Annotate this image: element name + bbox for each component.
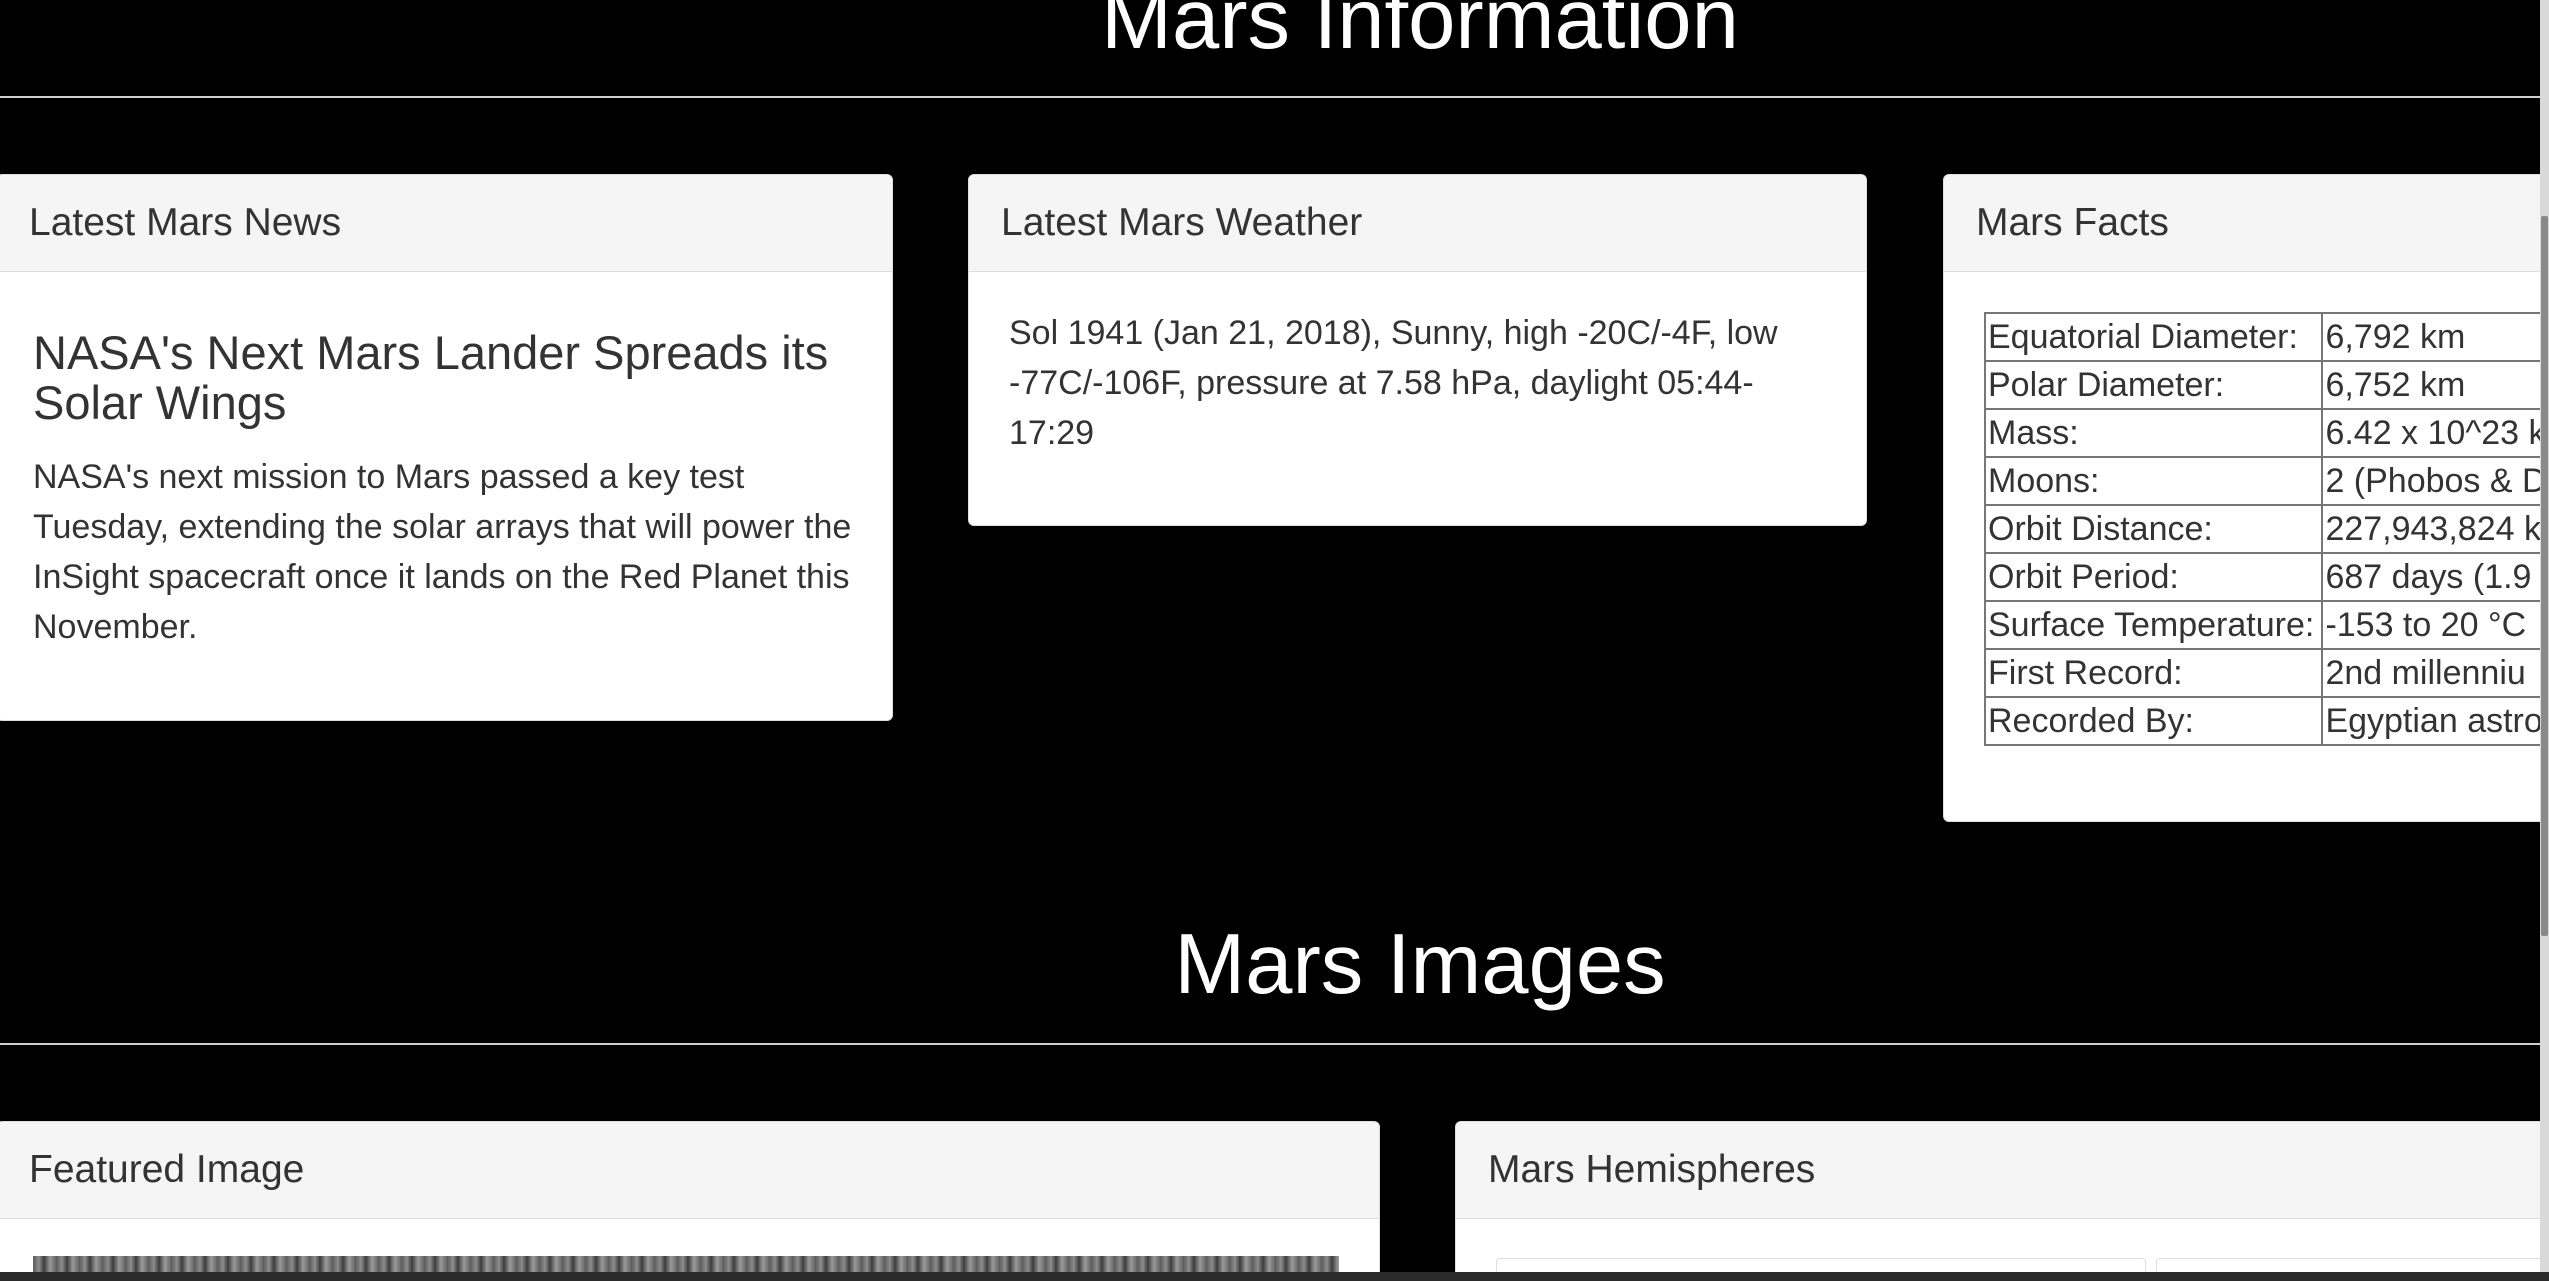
mars-facts-heading: Mars Facts bbox=[1944, 175, 2540, 272]
mars-facts-body: Equatorial Diameter: 6,792 km Polar Diam… bbox=[1944, 272, 2540, 746]
fact-value: -153 to 20 °C bbox=[2321, 600, 2540, 650]
mars-information-title: Mars Information bbox=[1101, 0, 1739, 67]
latest-news-body: NASA's Next Mars Lander Spreads its Sola… bbox=[0, 272, 892, 652]
fact-value: 6,752 km bbox=[2321, 360, 2540, 410]
latest-weather-heading: Latest Mars Weather bbox=[969, 175, 1866, 272]
mars-hemispheres-heading: Mars Hemispheres bbox=[1456, 1122, 2540, 1219]
fact-label: Surface Temperature: bbox=[1983, 600, 2324, 650]
latest-weather-panel: Latest Mars Weather Sol 1941 (Jan 21, 20… bbox=[968, 174, 1867, 526]
table-row: Recorded By: Egyptian astro bbox=[1983, 696, 2540, 746]
fact-value: 2nd millenniu bbox=[2321, 648, 2540, 698]
fact-value: 227,943,824 k bbox=[2321, 504, 2540, 554]
fact-value: 6,792 km bbox=[2321, 312, 2540, 362]
fact-value: Egyptian astro bbox=[2321, 696, 2540, 746]
scrollbar-thumb[interactable] bbox=[2541, 216, 2548, 936]
section-divider bbox=[0, 96, 2540, 98]
latest-weather-body: Sol 1941 (Jan 21, 2018), Sunny, high -20… bbox=[969, 272, 1866, 458]
fact-label: Orbit Distance: bbox=[1983, 504, 2324, 554]
table-row: Orbit Period: 687 days (1.9 bbox=[1983, 552, 2540, 602]
news-teaser: NASA's next mission to Mars passed a key… bbox=[33, 458, 852, 646]
page-viewport: Mars Information Latest Mars News NASA's… bbox=[0, 0, 2540, 1272]
fact-value: 687 days (1.9 bbox=[2321, 552, 2540, 602]
mars-facts-panel: Mars Facts Equatorial Diameter: 6,792 km… bbox=[1943, 174, 2540, 822]
fact-label: Orbit Period: bbox=[1983, 552, 2324, 602]
vertical-scrollbar[interactable] bbox=[2540, 0, 2549, 1281]
table-row: First Record: 2nd millenniu bbox=[1983, 648, 2540, 698]
latest-news-heading: Latest Mars News bbox=[0, 175, 892, 272]
table-row: Moons: 2 (Phobos & D bbox=[1983, 456, 2540, 506]
table-row: Orbit Distance: 227,943,824 k bbox=[1983, 504, 2540, 554]
table-row: Equatorial Diameter: 6,792 km bbox=[1983, 312, 2540, 362]
weather-report: Sol 1941 (Jan 21, 2018), Sunny, high -20… bbox=[1009, 314, 1778, 452]
fact-label: Moons: bbox=[1983, 456, 2324, 506]
featured-image[interactable] bbox=[33, 1256, 1339, 1272]
latest-news-panel: Latest Mars News NASA's Next Mars Lander… bbox=[0, 174, 893, 721]
fact-label: First Record: bbox=[1983, 648, 2324, 698]
featured-image-heading: Featured Image bbox=[0, 1122, 1379, 1219]
hemisphere-thumbnail[interactable] bbox=[2156, 1258, 2540, 1272]
fact-label: Polar Diameter: bbox=[1983, 360, 2324, 410]
featured-image-panel: Featured Image bbox=[0, 1121, 1380, 1272]
hemisphere-thumbnail[interactable] bbox=[1496, 1258, 2146, 1272]
section-divider bbox=[0, 1043, 2540, 1045]
window-bottom-edge bbox=[0, 1272, 2549, 1281]
fact-label: Equatorial Diameter: bbox=[1983, 312, 2324, 362]
mars-facts-table: Equatorial Diameter: 6,792 km Polar Diam… bbox=[1983, 312, 2540, 746]
fact-value: 2 (Phobos & D bbox=[2321, 456, 2540, 506]
table-row: Mass: 6.42 x 10^23 k bbox=[1983, 408, 2540, 458]
mars-images-title: Mars Images bbox=[1174, 917, 1666, 1012]
fact-label: Mass: bbox=[1983, 408, 2324, 458]
fact-value: 6.42 x 10^23 k bbox=[2321, 408, 2540, 458]
mars-hemispheres-panel: Mars Hemispheres bbox=[1455, 1121, 2540, 1272]
news-headline: NASA's Next Mars Lander Spreads its Sola… bbox=[33, 326, 829, 429]
fact-label: Recorded By: bbox=[1983, 696, 2324, 746]
table-row: Polar Diameter: 6,752 km bbox=[1983, 360, 2540, 410]
table-row: Surface Temperature: -153 to 20 °C bbox=[1983, 600, 2540, 650]
